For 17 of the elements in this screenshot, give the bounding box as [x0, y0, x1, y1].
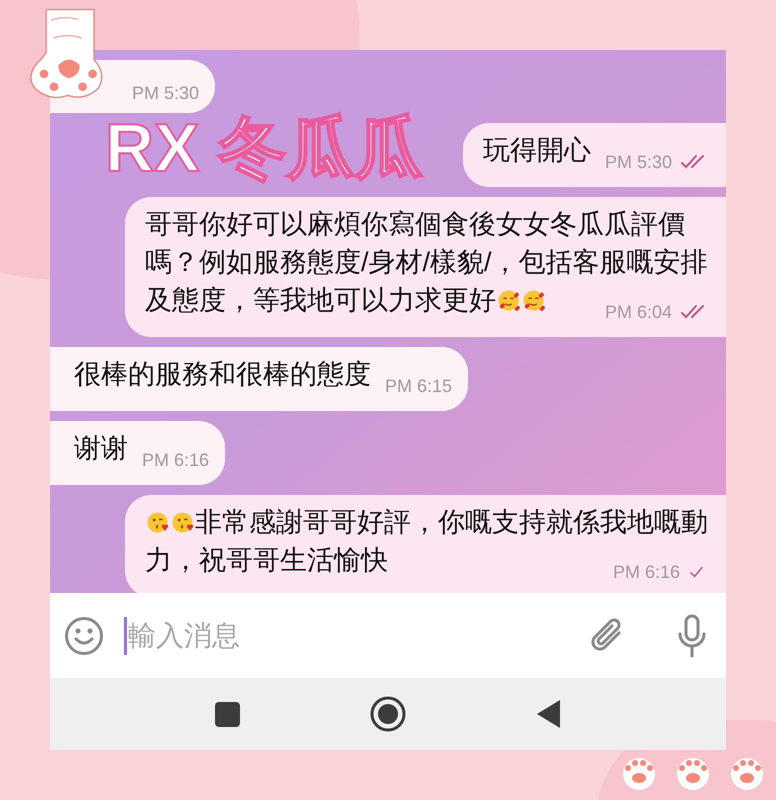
message-time: PM 5:30 [132, 82, 200, 105]
overlay-title: RX 冬瓜瓜 [105, 109, 422, 188]
emoji-icon[interactable] [64, 616, 104, 656]
smiling-face-hearts-icon [496, 288, 521, 313]
message-time: PM 6:04 [604, 301, 672, 324]
text-cursor [124, 616, 127, 654]
back-button[interactable] [536, 699, 562, 729]
message-time: PM 5:30 [604, 151, 672, 174]
message-time: PM 6:16 [612, 561, 680, 584]
microphone-icon[interactable] [677, 614, 707, 658]
message-time: PM 6:16 [142, 449, 210, 472]
recents-button[interactable] [214, 702, 240, 726]
smiling-face-hearts-icon [521, 288, 546, 313]
placeholder-text: 輸入消息 [128, 618, 240, 652]
message-time: PM 6:15 [385, 375, 452, 398]
home-button[interactable] [370, 696, 406, 732]
message-input-field[interactable]: 輸入消息 [124, 614, 589, 658]
